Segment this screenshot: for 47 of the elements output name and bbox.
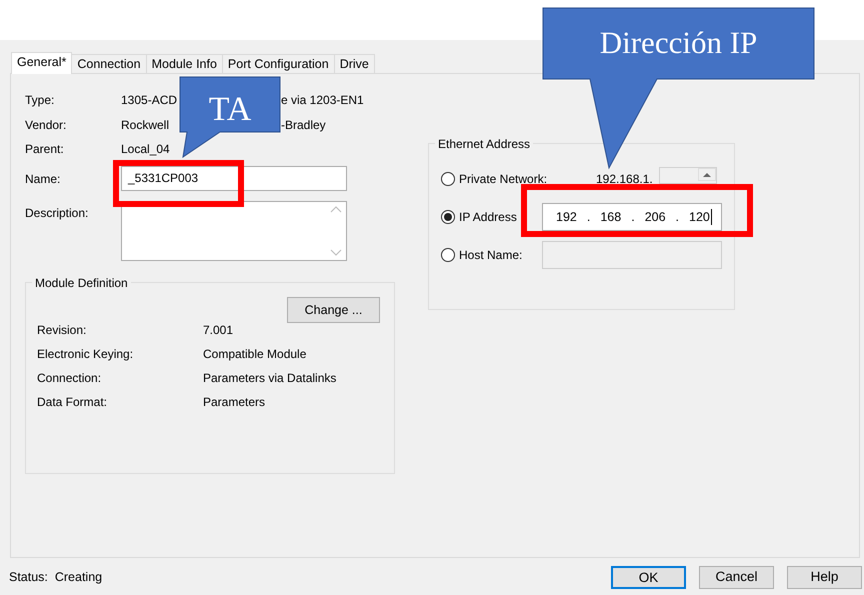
radio-button[interactable]	[441, 172, 455, 186]
field-label: Electronic Keying:	[37, 346, 134, 363]
ip-octet: 120	[689, 208, 710, 226]
spin-up-icon[interactable]	[698, 168, 716, 181]
tab[interactable]: Port Configuration	[222, 54, 335, 73]
ip-octet: 206	[644, 208, 666, 226]
field-label: Description:	[25, 205, 90, 222]
dot-separator: .	[631, 208, 635, 226]
tab[interactable]: Drive	[334, 54, 375, 73]
field-label: Name:	[25, 170, 62, 188]
callout-text: Dirección IP	[600, 25, 758, 60]
radio-label: IP Address	[459, 209, 518, 226]
dialog-button[interactable]: Cancel	[699, 566, 774, 588]
field-value: e via 1203-EN1	[281, 93, 364, 108]
text-cursor	[710, 209, 712, 225]
dot-separator: .	[676, 208, 680, 226]
ip-octet: 168	[600, 208, 622, 226]
dot-separator: .	[586, 208, 590, 226]
field-label: Vendor:	[25, 116, 68, 134]
tab[interactable]: General*	[11, 52, 72, 74]
spin-field[interactable]	[658, 167, 717, 184]
field-label: Connection:	[37, 370, 102, 387]
field-label: Revision:	[37, 322, 88, 339]
field-value: 1305-ACD	[121, 93, 178, 108]
field-value: -Bradley	[281, 118, 326, 132]
field-value: 7.001	[203, 322, 234, 339]
field-value: Rockwell	[121, 118, 170, 132]
change-button[interactable]: Change ...	[287, 297, 380, 323]
host-name-input[interactable]	[542, 241, 722, 269]
field-label: Data Format:	[37, 394, 108, 411]
dialog-button[interactable]: OK	[611, 566, 686, 588]
field-value: Parameters via Datalinks	[203, 370, 336, 387]
field-label: Parent:	[25, 141, 65, 158]
name-input[interactable]: _5331CP003	[121, 166, 347, 192]
status-text: Status: Creating	[9, 568, 102, 586]
ip-address-input[interactable]: 192 . 168 . 206 . 120	[542, 203, 722, 231]
field-value: Local_04	[121, 142, 170, 156]
field-label: Type:	[25, 92, 56, 110]
dialog-button[interactable]: Help	[787, 566, 862, 588]
field-value: Parameters	[203, 394, 266, 411]
radio-button[interactable]	[441, 248, 455, 262]
ip-octet: 192	[556, 208, 577, 226]
field-value: Compatible Module	[203, 346, 306, 363]
ip-prefix: 192.168.1.	[596, 171, 653, 188]
radio-button[interactable]	[441, 210, 455, 224]
callout-text: TA	[208, 91, 252, 128]
radio-label: Host Name:	[459, 247, 524, 264]
